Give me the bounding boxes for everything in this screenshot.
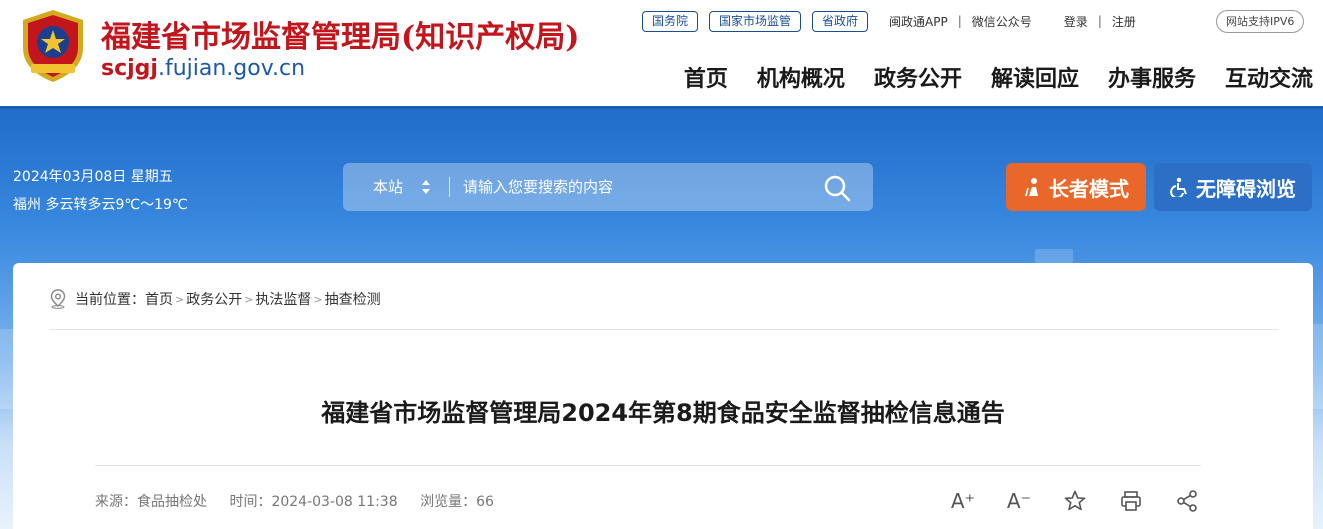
search-bar: 本站 (343, 163, 873, 211)
nav-interaction[interactable]: 互动交流 (1225, 61, 1313, 93)
breadcrumb-gov-affairs[interactable]: 政务公开 (186, 289, 242, 309)
elder-mode-button[interactable]: 长者模式 (1006, 163, 1146, 211)
link-mzt-app[interactable]: 闽政通APP (879, 13, 958, 30)
search-divider (449, 177, 450, 197)
article-source: 来源：食品抽检处 (95, 494, 207, 510)
breadcrumb-arrow: > (244, 292, 254, 306)
breadcrumb-arrow: > (313, 292, 323, 306)
article-title: 福建省市场监督管理局2024年第8期食品安全监督抽检信息通告 (321, 399, 1005, 427)
breadcrumb-prefix: 当前位置： (75, 292, 145, 308)
elder-mode-label: 长者模式 (1049, 176, 1129, 201)
breadcrumb: 当前位置： 首页 > 政务公开 > 执法监督 > 抽查检测 (49, 289, 381, 309)
register-link[interactable]: 注册 (1102, 13, 1146, 30)
breadcrumb-enforcement[interactable]: 执法监督 (255, 289, 311, 309)
site-title[interactable]: 福建省市场监督管理局(知识产权局) (101, 12, 579, 56)
article-meta: 来源：食品抽检处 时间：2024-03-08 11:38 浏览量：66 (95, 491, 512, 511)
link-wechat[interactable]: 微信公众号 (962, 13, 1042, 30)
nav-interpretation[interactable]: 解读回应 (991, 61, 1079, 93)
link-samr[interactable]: 国家市场监管 (709, 10, 802, 32)
breadcrumb-home[interactable]: 首页 (145, 289, 173, 309)
print-icon[interactable] (1119, 489, 1143, 513)
login-link[interactable]: 登录 (1042, 13, 1098, 30)
nav-services[interactable]: 办事服务 (1108, 61, 1196, 93)
title-divider (95, 465, 1201, 466)
font-decrease-icon[interactable]: A⁻ (1007, 489, 1031, 513)
breadcrumb-arrow: > (175, 292, 185, 306)
font-increase-icon[interactable]: A⁺ (951, 489, 975, 513)
accessibility-button[interactable]: 无障碍浏览 (1154, 163, 1312, 211)
elder-icon (1025, 178, 1038, 197)
date-weather: 2024年03月08日 星期五 福州 多云转多云9℃～19℃ (13, 163, 188, 219)
wheelchair-icon (1170, 177, 1187, 197)
location-pin-icon (50, 289, 66, 309)
site-domain: scjgj.fujian.gov.cn (101, 56, 305, 81)
sort-arrows-icon[interactable] (421, 179, 431, 195)
link-state-council[interactable]: 国务院 (642, 10, 699, 32)
domain-rest: .fujian.gov.cn (157, 56, 306, 81)
site-header: 福建省市场监督管理局(知识产权局) scjgj.fujian.gov.cn 国务… (0, 0, 1323, 109)
accessibility-label: 无障碍浏览 (1196, 176, 1296, 201)
article-time: 时间：2024-03-08 11:38 (229, 494, 398, 510)
content-card: 当前位置： 首页 > 政务公开 > 执法监督 > 抽查检测 福建省市场监督管理局… (13, 263, 1313, 529)
breadcrumb-inspection[interactable]: 抽查检测 (325, 289, 381, 309)
weather-info: 福州 多云转多云9℃～19℃ (13, 197, 188, 213)
star-icon[interactable] (1063, 489, 1087, 513)
link-provincial-gov[interactable]: 省政府 (812, 10, 869, 32)
share-icon[interactable] (1175, 489, 1199, 513)
nav-gov-affairs[interactable]: 政务公开 (874, 61, 962, 93)
domain-highlight: scjgj (101, 56, 158, 81)
search-scope-select[interactable]: 本站 (373, 163, 403, 211)
emblem-logo[interactable] (17, 8, 89, 84)
article-tools: A⁺ A⁻ (951, 489, 1199, 513)
ipv6-badge: 网站支持IPV6 (1216, 10, 1305, 33)
nav-organization[interactable]: 机构概况 (757, 61, 845, 93)
top-links: 国务院 国家市场监管 省政府 闽政通APP | 微信公众号 登录 | 注册 (642, 10, 1146, 32)
article-views: 浏览量：66 (420, 494, 494, 510)
current-date: 2024年03月08日 星期五 (13, 169, 173, 185)
search-input[interactable] (463, 172, 803, 202)
nav-home[interactable]: 首页 (684, 61, 728, 93)
main-nav: 首页 机构概况 政务公开 解读回应 办事服务 互动交流 (655, 61, 1313, 93)
search-icon[interactable] (821, 172, 853, 204)
breadcrumb-divider (49, 329, 1279, 330)
